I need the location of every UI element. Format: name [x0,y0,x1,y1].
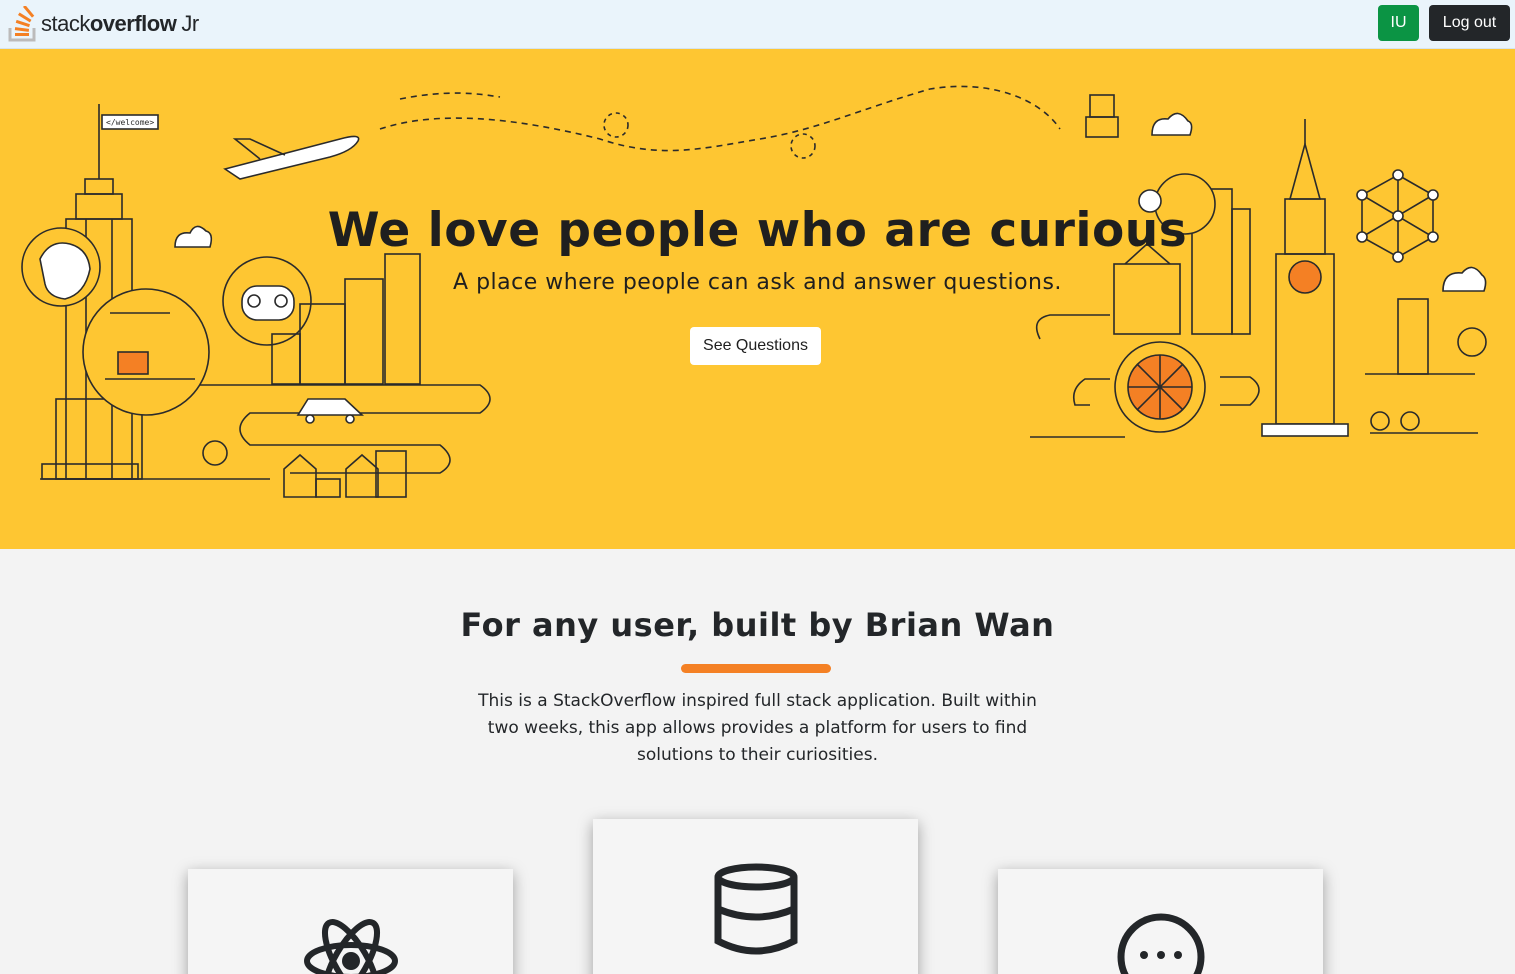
about-title: For any user, built by Brian Wan [460,606,1055,644]
accent-divider [681,664,831,673]
flag-text: </welcome> [106,118,154,127]
stackoverflow-logo-icon [8,6,36,42]
logo-text: stackoverflow Jr [41,11,199,36]
see-questions-button[interactable]: See Questions [690,327,821,365]
navbar: stackoverflow Jr IU Log out [0,0,1515,49]
hero-title: We love people who are curious [327,203,1188,258]
user-avatar-button[interactable]: IU [1378,5,1419,41]
hero-subtitle: A place where people can ask and answer … [453,270,1062,295]
feature-card-react [188,869,513,974]
logo-link[interactable]: stackoverflow Jr [8,6,199,42]
react-atom-icon [304,919,398,974]
about-description: This is a StackOverflow inspired full st… [478,691,1037,765]
chat-ellipsis-icon [1117,913,1205,974]
database-icon [714,863,798,955]
feature-card-chat [998,869,1323,974]
hero-banner: </welcome> We love people who are curiou… [0,49,1515,549]
feature-card-database [593,819,918,974]
logout-button[interactable]: Log out [1429,5,1510,41]
city-illustration: </welcome> [21,85,1487,498]
